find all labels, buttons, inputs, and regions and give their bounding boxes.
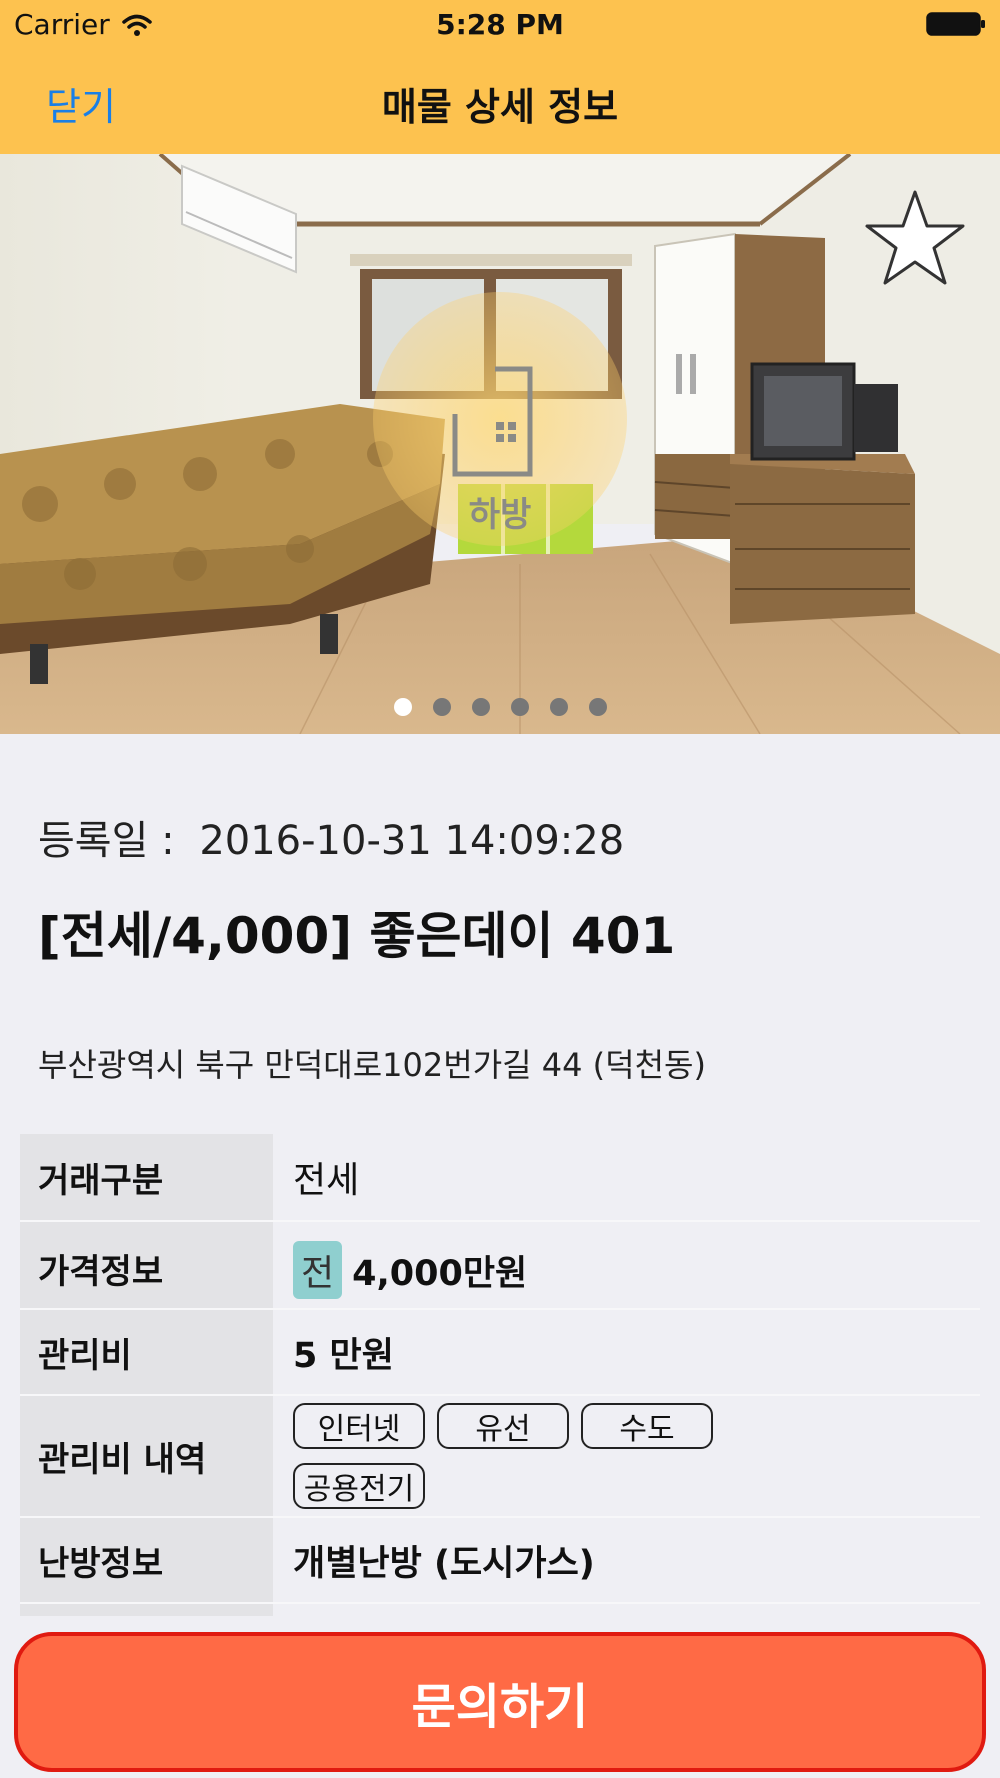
inquiry-button[interactable]: 문의하기 xyxy=(14,1632,986,1772)
row-label: 난방정보 xyxy=(20,1518,273,1602)
status-time: 5:28 PM xyxy=(436,8,564,41)
page-indicator xyxy=(0,698,1000,716)
row-value: 개별난방 (도시가스) xyxy=(293,1543,595,1584)
price-type-badge: 전 xyxy=(293,1241,343,1299)
page-title: 매물 상세 정보 xyxy=(381,85,619,129)
status-bar: Carrier 5:28 PM xyxy=(0,0,1000,50)
listing-photo-carousel[interactable]: 하방 xyxy=(0,154,1000,734)
row-label: 관리비 내역 xyxy=(20,1396,273,1516)
battery-icon xyxy=(926,12,985,36)
table-row-maintenance: 관리비 5 만원 xyxy=(20,1310,980,1396)
page-dot[interactable] xyxy=(549,698,568,716)
table-row-price: 가격정보 전 4,000만원 xyxy=(20,1222,980,1310)
row-label: 관리비 xyxy=(20,1310,273,1394)
app-screen: Carrier 5:28 PM 닫기 매물 상세 정보 하방 등록일: 201… xyxy=(0,0,1000,1778)
registered-value: 2016-10-31 14:09:28 xyxy=(199,818,625,864)
favorite-star-icon[interactable] xyxy=(864,188,966,290)
row-label: 거래구분 xyxy=(20,1134,273,1220)
page-dot[interactable] xyxy=(588,698,607,716)
row-label: 가격정보 xyxy=(20,1222,273,1308)
row-value: 인터넷 유선 수도 공용전기 xyxy=(293,1396,980,1516)
maintenance-tag: 유선 xyxy=(437,1403,569,1449)
svg-text:하방: 하방 xyxy=(469,495,532,535)
maintenance-tag: 인터넷 xyxy=(293,1403,425,1449)
maintenance-tag: 공용전기 xyxy=(293,1463,425,1509)
detail-table: 거래구분 전세 가격정보 전 4,000만원 관리비 5 만원 관리비 내역 인… xyxy=(20,1134,980,1618)
page-dot[interactable] xyxy=(471,698,490,716)
page-dot[interactable] xyxy=(432,698,451,716)
maintenance-tag: 수도 xyxy=(581,1403,713,1449)
page-dot[interactable] xyxy=(393,698,412,716)
listing-address: 부산광역시 북구 만덕대로102번가길 44 (덕천동) xyxy=(38,1046,706,1084)
table-row-heating: 난방정보 개별난방 (도시가스) xyxy=(20,1518,980,1604)
listing-title: [전세/4,000] 좋은데이 401 xyxy=(38,907,676,965)
row-value: 5 만원 xyxy=(293,1335,394,1376)
navigation-bar: Carrier 5:28 PM 닫기 매물 상세 정보 xyxy=(0,0,1000,154)
page-dot[interactable] xyxy=(510,698,529,716)
maintenance-tag-list: 인터넷 유선 수도 공용전기 xyxy=(293,1403,753,1509)
table-row-maintenance-items: 관리비 내역 인터넷 유선 수도 공용전기 xyxy=(20,1396,980,1518)
row-value: 전 4,000만원 xyxy=(293,1222,980,1308)
registered-date: 등록일 : 2016-10-31 14:09:28 xyxy=(38,808,624,866)
row-value: 전세 xyxy=(293,1160,360,1201)
table-row-deal-type: 거래구분 전세 xyxy=(20,1134,980,1222)
registered-label: 등록일 : xyxy=(38,818,175,864)
price-value: 4,000만원 xyxy=(352,1253,528,1294)
room-photo: 하방 xyxy=(0,154,1000,734)
